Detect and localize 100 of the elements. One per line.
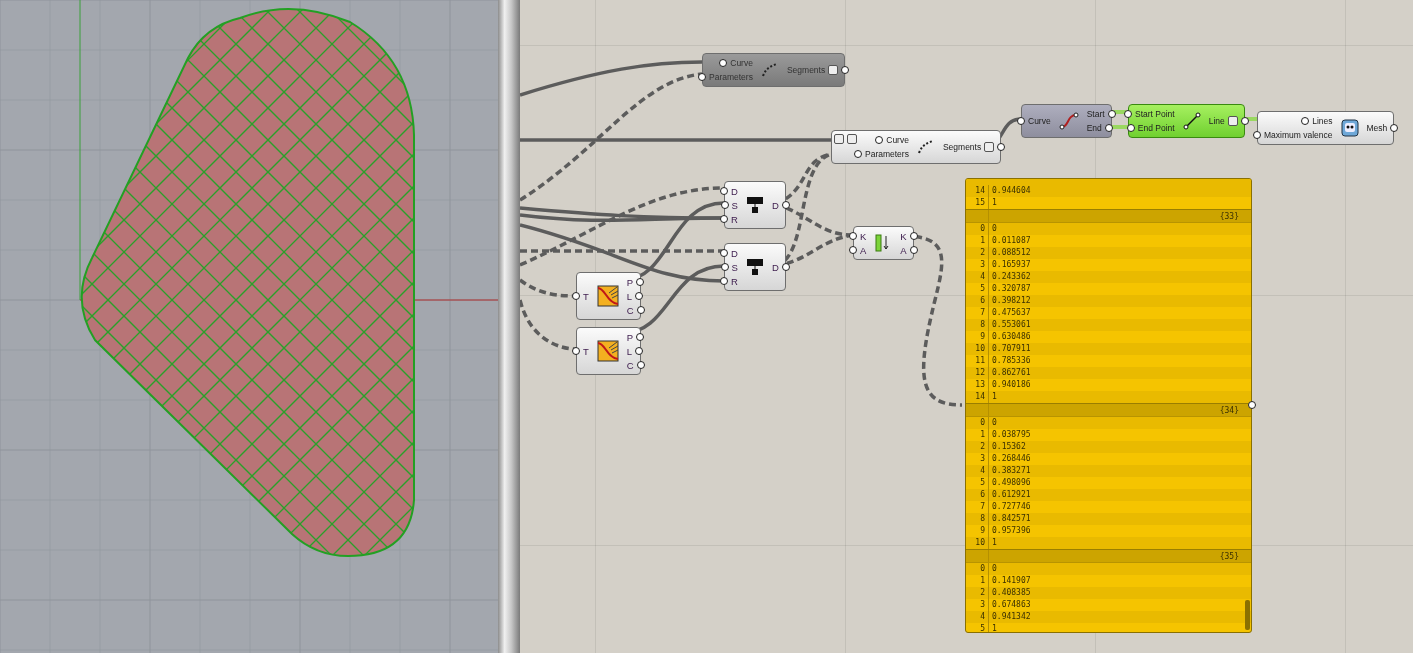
input-label: Curve	[1028, 116, 1051, 126]
input-port[interactable]	[875, 136, 884, 144]
item-index: 8	[966, 513, 989, 525]
item-value: 0.011087	[991, 235, 1031, 247]
output-label: P	[626, 331, 634, 343]
item-value: 0.941342	[991, 611, 1031, 623]
input-label: K	[860, 230, 867, 242]
output-label: D	[771, 261, 779, 273]
item-value: 0.940186	[991, 379, 1031, 391]
item-value: 0.383271	[991, 465, 1031, 477]
scrollbar-thumb[interactable]	[1245, 600, 1250, 630]
item-value: 0.398212	[991, 295, 1031, 307]
input-port[interactable]	[854, 150, 862, 158]
item-index: 2	[966, 587, 989, 599]
output-label: D	[771, 199, 779, 211]
input-label: Start Point	[1135, 109, 1175, 119]
input-label: End Point	[1137, 123, 1175, 133]
branch-path: {35}	[1219, 551, 1240, 562]
output-port[interactable]	[997, 143, 1006, 151]
branch-path: {33}	[1219, 211, 1240, 222]
input-label: A	[860, 244, 867, 256]
input-label: D	[731, 247, 738, 259]
item-index: 10	[966, 343, 989, 355]
output-label: P	[626, 276, 634, 288]
output-label: Segments	[786, 65, 826, 75]
item-value: 0.630486	[991, 331, 1031, 343]
input-label: Parameters	[709, 72, 753, 82]
component-node[interactable]: Curve Parameters Segments	[831, 130, 1002, 164]
item-value: 0	[991, 223, 997, 235]
item-index: 0	[966, 563, 989, 575]
input-port[interactable]	[1017, 117, 1025, 125]
input-port[interactable]	[1253, 131, 1261, 139]
item-index: 4	[966, 465, 989, 477]
item-value: 0.141907	[991, 575, 1031, 587]
output-label: L	[626, 345, 633, 357]
output-label: Segments	[942, 142, 982, 152]
item-value: 0.15362	[991, 441, 1026, 453]
input-label: D	[731, 185, 738, 197]
flatten-icon[interactable]	[1227, 116, 1238, 126]
input-label: Parameters	[865, 149, 909, 159]
output-label: Start	[1086, 109, 1105, 119]
item-value: 0	[991, 417, 997, 429]
output-port[interactable]	[1240, 117, 1249, 125]
input-label: Curve	[886, 135, 909, 145]
item-value: 1	[991, 623, 997, 632]
item-value: 0.957396	[991, 525, 1031, 537]
item-value: 0.408385	[991, 587, 1031, 599]
item-index: 0	[966, 417, 989, 429]
item-index: 6	[966, 295, 989, 307]
text-icon	[745, 257, 764, 277]
input-label: R	[731, 275, 738, 287]
item-value: 0.243362	[991, 271, 1031, 283]
item-index: 12	[966, 367, 989, 379]
item-value: 0.475637	[991, 307, 1031, 319]
item-value: 0.707911	[991, 343, 1031, 355]
item-value: 0.320787	[991, 283, 1031, 295]
dotted-curve-icon	[760, 62, 779, 78]
output-label: End	[1086, 123, 1102, 133]
input-label: Curve	[730, 58, 753, 68]
input-label: T	[583, 290, 589, 302]
item-value: 1	[991, 537, 997, 549]
output-label: K	[900, 230, 907, 242]
item-value: 0	[991, 563, 997, 575]
input-label: S	[731, 261, 738, 273]
item-value: 0.785336	[991, 355, 1031, 367]
graph-icon	[596, 285, 619, 307]
item-value: 0.612921	[991, 489, 1031, 501]
item-value: 0.553061	[991, 319, 1031, 331]
output-label: Mesh	[1366, 123, 1388, 133]
item-value: 0.268446	[991, 453, 1031, 465]
output-port[interactable]	[781, 263, 790, 271]
output-port[interactable]	[1248, 401, 1256, 409]
dotted-curve-icon	[916, 139, 935, 155]
branch-path: {34}	[1219, 405, 1240, 416]
input-label: T	[583, 345, 589, 357]
flatten-icon[interactable]	[984, 142, 995, 152]
graph-icon	[596, 340, 619, 362]
input-port[interactable]	[1301, 117, 1310, 125]
input-label: S	[731, 199, 738, 211]
output-port[interactable]	[1390, 124, 1399, 132]
item-value: 0.674863	[991, 599, 1031, 611]
item-index: 2	[966, 247, 989, 259]
mesh-icon	[1340, 119, 1359, 137]
item-index: 8	[966, 319, 989, 331]
splitter-bar[interactable]	[498, 0, 520, 653]
item-value: 0.165937	[991, 259, 1031, 271]
text-icon	[745, 195, 764, 215]
curve-icon	[1058, 112, 1079, 130]
item-index: 4	[966, 611, 989, 623]
item-value: 0.038795	[991, 429, 1031, 441]
item-value: 0.944604	[991, 185, 1031, 197]
input-port[interactable]	[572, 292, 580, 300]
item-value: 1	[991, 391, 997, 403]
input-label: Lines	[1312, 116, 1333, 126]
input-port[interactable]	[572, 347, 580, 355]
item-value: 0.727746	[991, 501, 1031, 513]
output-label: C	[626, 304, 634, 316]
input-label: R	[731, 213, 738, 225]
item-index: 2	[966, 441, 989, 453]
output-port[interactable]	[781, 201, 790, 209]
